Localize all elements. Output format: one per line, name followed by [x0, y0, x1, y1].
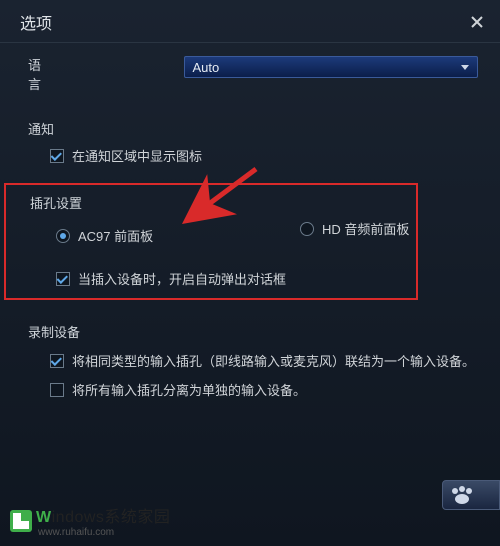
jack-settings-highlight-box: 插孔设置 AC97 前面板 当插入设备时，开启自动弹出对话框 [4, 183, 418, 300]
chevron-down-icon [461, 65, 469, 70]
watermark: Windows系统家园 www.ruhaifu.com [10, 503, 170, 538]
hd-audio-front-panel-radio[interactable] [300, 222, 314, 236]
language-select[interactable]: Auto [184, 56, 479, 78]
dialog-title: 选项 [20, 10, 52, 34]
auto-popup-checkbox[interactable] [56, 272, 70, 286]
paw-icon [449, 485, 475, 505]
jack-settings-label: 插孔设置 [30, 193, 404, 212]
auto-popup-label: 当插入设备时，开启自动弹出对话框 [78, 269, 286, 288]
hd-audio-front-panel-label: HD 音频前面板 [322, 219, 409, 238]
notification-label: 通知 [28, 119, 478, 138]
language-label: 语言 [28, 55, 54, 93]
ok-button-partial[interactable] [442, 480, 500, 510]
show-tray-icon-checkbox[interactable] [50, 149, 64, 163]
ac97-front-panel-radio[interactable] [56, 229, 70, 243]
watermark-url: www.ruhaifu.com [38, 527, 170, 538]
merge-inputs-label: 将相同类型的输入插孔（即线路输入或麦克风）联结为一个输入设备。 [72, 351, 475, 370]
language-selected-value: Auto [193, 60, 220, 75]
close-button[interactable] [468, 13, 486, 31]
separate-inputs-label: 将所有输入插孔分离为单独的输入设备。 [72, 380, 306, 399]
recording-devices-label: 录制设备 [28, 322, 478, 341]
watermark-brand-first: W [36, 509, 52, 526]
close-icon [471, 16, 483, 28]
separate-inputs-checkbox[interactable] [50, 383, 64, 397]
merge-inputs-checkbox[interactable] [50, 354, 64, 368]
watermark-logo-icon [10, 510, 32, 532]
show-tray-icon-label: 在通知区域中显示图标 [72, 146, 202, 165]
titlebar: 选项 [0, 0, 500, 43]
watermark-brand-rest: indows系统家园 [52, 509, 171, 526]
ac97-front-panel-label: AC97 前面板 [78, 226, 153, 245]
